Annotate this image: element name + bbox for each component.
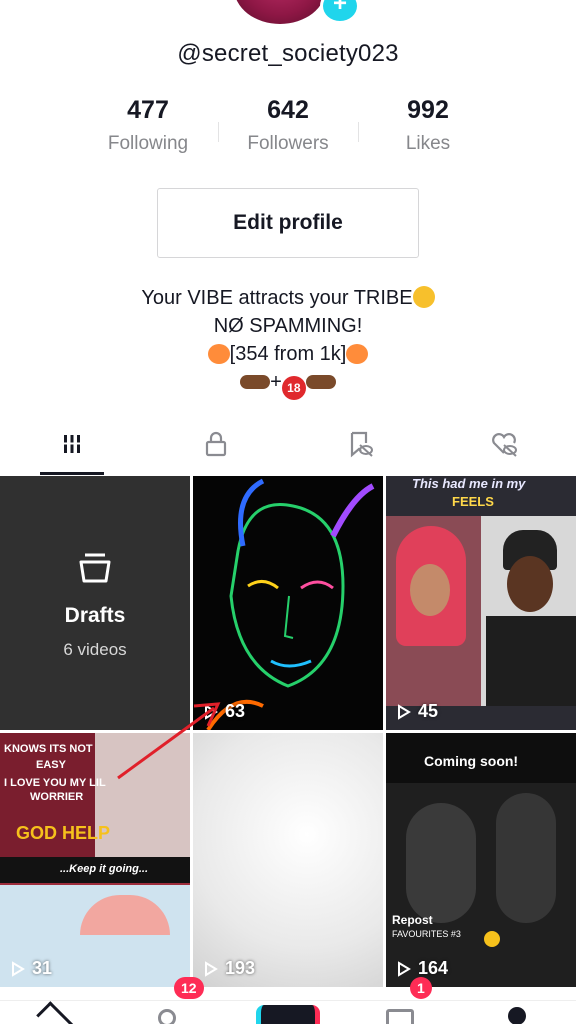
- no-under-18-emoji-icon: 18: [281, 376, 306, 400]
- stat-divider: [358, 122, 359, 142]
- video-caption: FAVOURITES #3: [392, 929, 461, 939]
- tab-active-indicator: [40, 472, 104, 475]
- play-icon: [398, 703, 411, 720]
- heart-eye-icon: [492, 433, 517, 457]
- stat-following[interactable]: 477 Following: [78, 96, 218, 155]
- point-left-emoji-icon: [305, 375, 336, 389]
- bio-line-3: [354 from 1k]: [0, 340, 576, 368]
- video-frame-right: [481, 516, 576, 706]
- view-count: 31: [10, 958, 52, 979]
- create-button[interactable]: [256, 1005, 320, 1024]
- home-icon[interactable]: [36, 1001, 76, 1024]
- bottom-navigation: 12 1: [0, 977, 576, 1024]
- drafts-box-icon: [79, 553, 111, 583]
- stats-row: 477 Following 642 Followers 992 Likes: [0, 96, 576, 162]
- drafts-title: Drafts: [64, 604, 126, 627]
- bio-line-2: NØ SPAMMING!: [213, 315, 363, 337]
- stat-following-value: 477: [127, 96, 169, 124]
- profile-icon[interactable]: [508, 1007, 526, 1024]
- stat-likes-label: Likes: [405, 133, 451, 154]
- friends-icon[interactable]: [158, 1009, 176, 1024]
- add-avatar-icon[interactable]: [320, 0, 360, 24]
- tab-liked[interactable]: [432, 412, 576, 476]
- inbox-badge: 12: [174, 977, 204, 999]
- face-shape: [507, 556, 553, 612]
- view-count-value: 45: [418, 701, 439, 721]
- smirk-emoji-icon: [412, 286, 435, 308]
- messages-badge: 1: [410, 977, 432, 999]
- lock-icon: [205, 431, 227, 457]
- point-right-emoji-icon: [240, 375, 271, 389]
- video-caption: EASY: [36, 759, 66, 771]
- bio: Your VIBE attracts your TRIBE NØ SPAMMIN…: [0, 284, 576, 400]
- emoji-icon: [484, 931, 500, 947]
- video-caption: KNOWS ITS NOT: [4, 743, 93, 755]
- tab-private[interactable]: [144, 412, 288, 476]
- stat-likes-value: 992: [407, 96, 449, 124]
- stat-likes[interactable]: 992 Likes: [358, 96, 498, 155]
- video-caption: Coming soon!: [424, 753, 519, 769]
- profile-tabs: [0, 412, 576, 476]
- grid-icon: [61, 435, 83, 453]
- person-shape: [496, 793, 556, 923]
- view-count: 45: [396, 701, 438, 722]
- tab-favorites[interactable]: [288, 412, 432, 476]
- video-thumbnail[interactable]: 63: [193, 476, 383, 730]
- video-grid: Drafts 6 videos 63 This had me in my FEE…: [0, 476, 576, 1024]
- bio-text-3: [354 from 1k]: [229, 343, 347, 365]
- video-caption: WORRIER: [30, 791, 84, 803]
- drafts-tile[interactable]: Drafts 6 videos: [0, 476, 190, 730]
- stat-divider: [218, 122, 219, 142]
- stat-following-label: Following: [107, 133, 189, 154]
- view-count: 193: [203, 958, 255, 979]
- video-caption: ...Keep it going...: [60, 863, 148, 875]
- video-caption: Repost: [392, 913, 433, 927]
- avatar[interactable]: [234, 0, 326, 24]
- umbrella-shape: [80, 895, 170, 935]
- username: @secret_society023: [177, 40, 399, 67]
- tab-videos[interactable]: [0, 412, 144, 476]
- video-caption: This had me in my: [412, 476, 526, 491]
- bookmark-eye-icon: [350, 431, 373, 458]
- shirt-shape: [486, 616, 576, 706]
- edit-profile-button[interactable]: Edit profile: [157, 188, 419, 258]
- face-shape: [410, 564, 450, 616]
- stat-followers-value: 642: [267, 96, 309, 124]
- avatar-area: [0, 0, 576, 30]
- hearts-face-emoji-icon: [346, 344, 369, 364]
- video-thumbnail[interactable]: Coming soon! Repost FAVOURITES #3 164: [386, 733, 576, 987]
- video-caption: I LOVE YOU MY LIL: [4, 777, 106, 789]
- bio-text-1: Your VIBE attracts your TRIBE: [141, 287, 413, 309]
- view-count-value: 164: [418, 958, 449, 978]
- video-frame-left: [386, 516, 481, 706]
- hearts-face-emoji-icon: [207, 344, 230, 364]
- drafts-count: 6 videos: [63, 640, 127, 659]
- bio-plus: +: [270, 371, 282, 393]
- person-shape: [406, 803, 476, 923]
- bio-line-4: +18: [0, 368, 576, 400]
- video-caption: GOD HELP: [16, 823, 111, 843]
- view-count: 164: [396, 958, 448, 979]
- annotation-arrow-icon: [117, 702, 221, 780]
- play-icon: [205, 960, 218, 977]
- view-count-value: 31: [32, 958, 53, 978]
- stat-followers-label: Followers: [247, 133, 329, 154]
- play-icon: [12, 960, 25, 977]
- neon-face-art: [206, 478, 375, 730]
- inbox-icon[interactable]: [386, 1009, 414, 1024]
- bio-line-1: Your VIBE attracts your TRIBE: [0, 284, 576, 312]
- play-icon: [398, 960, 411, 977]
- view-count-value: 193: [225, 958, 256, 978]
- video-thumbnail[interactable]: This had me in my FEELS 45: [386, 476, 576, 730]
- video-caption: FEELS: [452, 494, 494, 509]
- stat-followers[interactable]: 642 Followers: [218, 96, 358, 155]
